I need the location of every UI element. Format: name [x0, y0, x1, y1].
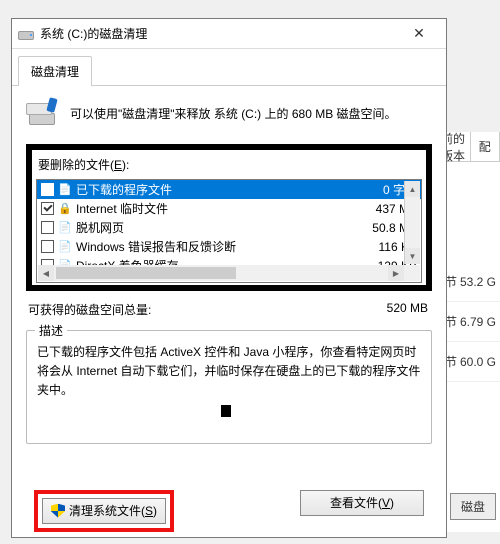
- disk-cleanup-dialog: 系统 (C:)的磁盘清理 ✕ 磁盘清理 可以使用"磁盘清理"来释放 系统 (C:…: [11, 18, 447, 538]
- file-list[interactable]: 📄已下载的程序文件0 字节🔒Internet 临时文件437 MB📄脱机网页50…: [36, 179, 422, 283]
- file-checkbox[interactable]: [41, 240, 54, 253]
- file-icon: 📄: [58, 183, 72, 197]
- bg-tab-customize[interactable]: 配: [471, 132, 500, 161]
- bg-disk-button[interactable]: 磁盘: [450, 493, 496, 520]
- header-text: 可以使用"磁盘清理"来释放 系统 (C:) 上的 680 MB 磁盘空间。: [70, 106, 397, 123]
- titlebar[interactable]: 系统 (C:)的磁盘清理 ✕: [12, 19, 446, 49]
- tab-strip: 磁盘清理: [12, 49, 446, 86]
- vertical-scrollbar[interactable]: ▲▼: [404, 181, 420, 264]
- cleanup-icon: [26, 98, 58, 130]
- file-row[interactable]: 📄Windows 错误报告和反馈诊断116 KB: [37, 237, 421, 256]
- file-name: Windows 错误报告和反馈诊断: [76, 238, 331, 255]
- background-panel: 前的版本 配 节53.2 G 节6.79 G 节60.0 G 磁盘: [440, 132, 500, 532]
- description-group: 描述 已下载的程序文件包括 ActiveX 控件和 Java 小程序，你查看特定…: [26, 330, 432, 444]
- file-row[interactable]: 📄脱机网页50.8 MB: [37, 218, 421, 237]
- view-files-button[interactable]: 查看文件(V): [300, 490, 424, 516]
- scroll-corner: [404, 265, 420, 281]
- window-title: 系统 (C:)的磁盘清理: [40, 25, 398, 42]
- file-checkbox[interactable]: [41, 183, 54, 196]
- cleanup-system-files-button[interactable]: 清理系统文件(S): [42, 498, 166, 524]
- file-name: 脱机网页: [76, 219, 331, 236]
- horizontal-scrollbar[interactable]: ◀▶: [38, 265, 404, 281]
- files-to-delete-label: 要删除的文件(E):: [36, 152, 422, 179]
- description-text: 已下载的程序文件包括 ActiveX 控件和 Java 小程序，你查看特定网页时…: [37, 343, 421, 401]
- description-legend: 描述: [35, 322, 67, 339]
- total-value: 520 MB: [387, 301, 428, 318]
- file-row[interactable]: 🔒Internet 临时文件437 MB: [37, 199, 421, 218]
- total-label: 可获得的磁盘空间总量:: [28, 301, 151, 318]
- file-row[interactable]: 📄已下载的程序文件0 字节: [37, 180, 421, 199]
- drive-icon: [18, 26, 34, 42]
- bg-val-1: 6.79 G: [460, 315, 496, 329]
- bg-val-2: 60.0 G: [460, 355, 496, 369]
- file-icon: 📄: [58, 221, 72, 235]
- file-icon: 🔒: [58, 202, 72, 216]
- close-button[interactable]: ✕: [398, 20, 440, 48]
- file-name: Internet 临时文件: [76, 200, 331, 217]
- annotation-mark: [221, 405, 231, 417]
- bg-val-0: 53.2 G: [460, 275, 496, 289]
- highlight-red: 清理系统文件(S): [34, 490, 174, 532]
- file-icon: 📄: [58, 240, 72, 254]
- file-checkbox[interactable]: [41, 221, 54, 234]
- file-name: 已下载的程序文件: [76, 181, 331, 198]
- tab-disk-cleanup[interactable]: 磁盘清理: [18, 56, 92, 86]
- shield-icon: [51, 504, 65, 518]
- file-checkbox[interactable]: [41, 202, 54, 215]
- highlight-black: 要删除的文件(E): 📄已下载的程序文件0 字节🔒Internet 临时文件43…: [26, 144, 432, 291]
